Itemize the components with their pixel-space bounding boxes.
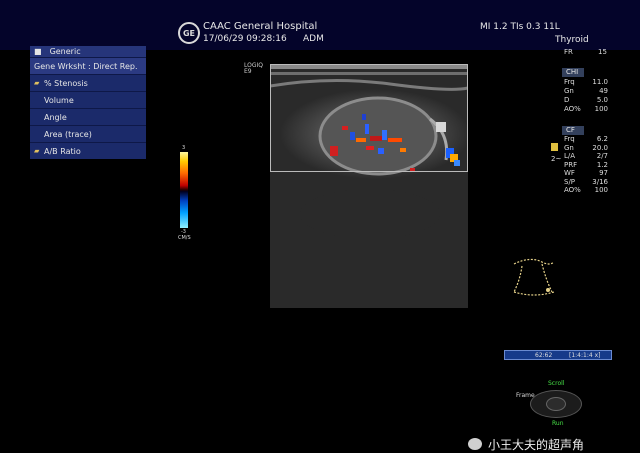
watermark-text: 小王大夫的超声角	[488, 438, 585, 452]
chi-value: 100	[594, 105, 608, 113]
chi-value: 11.0	[592, 78, 608, 86]
menu-item-area-trace[interactable]: Area (trace)	[30, 125, 146, 142]
cf-focus-icon	[551, 143, 558, 151]
cf-key: S/P	[564, 177, 576, 186]
cf-param-keys: Frq Gn L/A PRF WF S/P AO%	[564, 135, 581, 195]
menu-item-label: A/B Ratio	[44, 146, 81, 156]
cf-key: AO%	[564, 186, 581, 194]
menu-item-label: Angle	[44, 112, 67, 122]
cf-key: Gn	[564, 143, 574, 152]
chi-key: Frq	[564, 78, 575, 86]
exam-datetime: 17/06/29 09:28:16	[203, 34, 287, 44]
trackball-run-label: Run	[552, 420, 564, 427]
worksheet-item[interactable]: Gene Wrksht : Direct Rep.	[30, 57, 146, 74]
cf-key: PRF	[564, 160, 578, 169]
menu-title[interactable]: ■ Generic	[30, 46, 146, 57]
folder-icon: ▰	[34, 147, 40, 155]
menu-item-label: Area (trace)	[44, 129, 92, 139]
wechat-icon	[468, 438, 482, 450]
color-velocity-scale	[180, 152, 188, 228]
cf-value: 3/16	[592, 177, 608, 186]
cf-param-values: 6.2 20.0 2/7 1.2 97 3/16 100	[584, 135, 608, 195]
cf-key: L/A	[564, 152, 576, 160]
measurement-menu: ■ Generic Gene Wrksht : Direct Rep. ▰ % …	[30, 46, 146, 159]
menu-item-ab-ratio[interactable]: ▰ A/B Ratio	[30, 142, 146, 159]
cf-marker: 2~	[551, 155, 562, 163]
frame-counter: 62:62	[535, 352, 553, 359]
cf-value: 6.2	[596, 135, 608, 143]
menu-item-label: % Stenosis	[44, 78, 88, 88]
probe-model: E9	[244, 68, 252, 75]
trackball-scroll-label: Scroll	[548, 380, 565, 387]
menu-item-label: Volume	[44, 95, 74, 105]
bullet-icon: ■	[34, 47, 42, 56]
cf-key: WF	[564, 169, 575, 177]
hospital-name: CAAC General Hospital	[203, 21, 318, 32]
chi-key: Gn	[564, 87, 574, 95]
cf-value: 100	[594, 186, 608, 194]
folder-icon: ▰	[34, 79, 40, 87]
cine-speed: [1:4:1:4 x]	[569, 352, 601, 359]
menu-item-volume[interactable]: Volume	[30, 91, 146, 108]
menu-item-angle[interactable]: Angle	[30, 108, 146, 125]
chi-value: 5.0	[596, 96, 608, 104]
exam-preset: Thyroid	[555, 35, 589, 45]
chi-key: D	[564, 96, 570, 104]
cf-title: CF	[562, 126, 584, 135]
body-mark-icon	[513, 258, 555, 296]
frame-rate-value: 15	[598, 48, 607, 56]
cf-value: 97	[599, 169, 608, 177]
cf-value: 20.0	[592, 143, 608, 152]
cine-frame-bar[interactable]: 62:62 [1:4:1:4 x]	[504, 350, 612, 360]
ge-logo: GE	[178, 22, 200, 44]
mi-tis-readout: MI 1.2 TIs 0.3 11L	[480, 22, 560, 32]
color-scale-top: 3	[182, 145, 186, 151]
cf-panel: CF	[562, 126, 584, 135]
worksheet-label: Gene Wrksht : Direct Rep.	[34, 61, 138, 71]
chi-key: AO%	[564, 105, 581, 113]
chi-title: CHI	[562, 68, 584, 77]
color-roi-box[interactable]	[270, 64, 468, 172]
menu-item-stenosis[interactable]: ▰ % Stenosis	[30, 74, 146, 91]
chi-param-values: 11.0 49 5.0 100	[588, 78, 608, 114]
probe-label: LOGIQ E9	[244, 63, 263, 75]
chi-panel: CHI	[562, 68, 584, 77]
cf-value: 1.2	[596, 160, 608, 169]
cf-key: Frq	[564, 135, 575, 143]
menu-title-label: Generic	[49, 47, 81, 56]
chi-param-keys: Frq Gn D AO%	[564, 78, 581, 114]
color-scale-unit: CM/S	[178, 235, 191, 241]
chi-value: 49	[599, 87, 608, 95]
trackball-center[interactable]	[546, 397, 566, 411]
frame-rate-label: FR	[564, 48, 573, 56]
cf-value: 2/7	[596, 152, 608, 160]
operator-id: ADM	[303, 34, 324, 44]
